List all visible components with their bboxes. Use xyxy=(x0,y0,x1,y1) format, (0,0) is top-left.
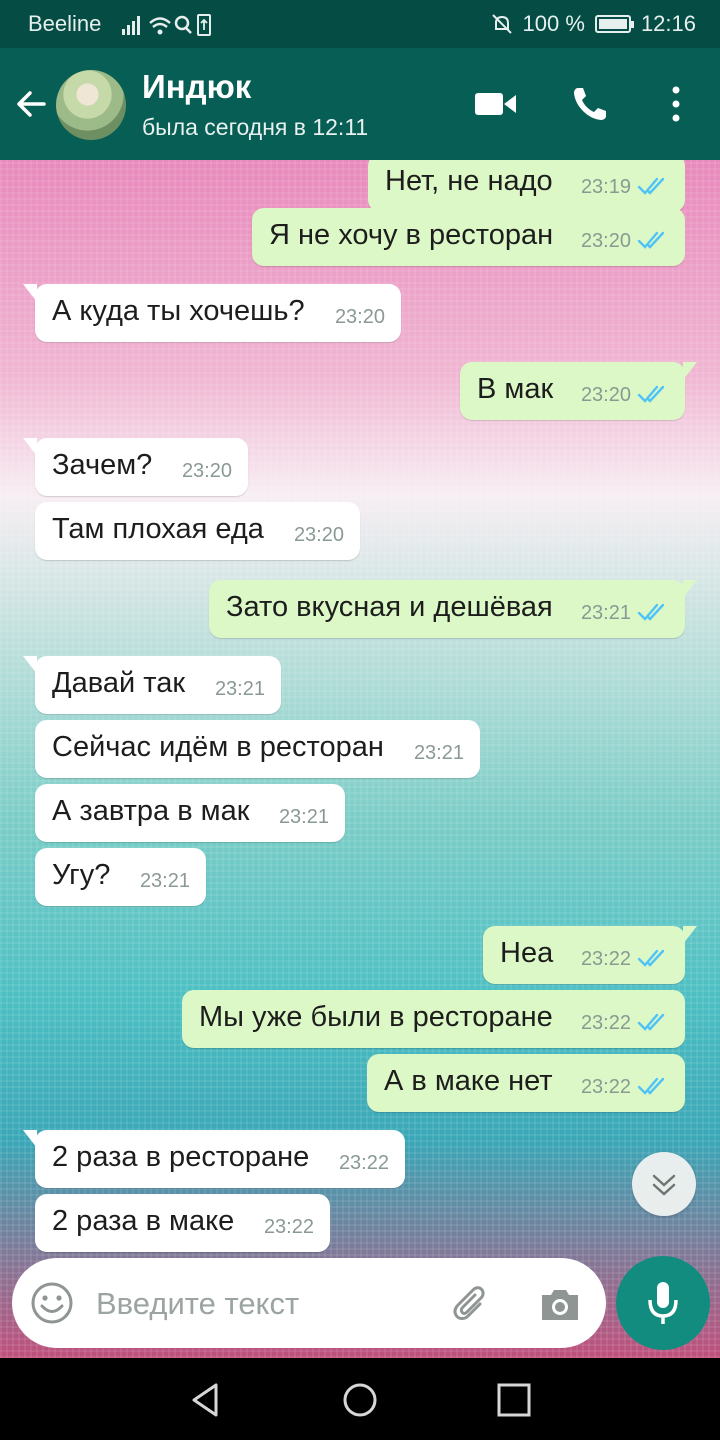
incoming-message[interactable]: Там плохая еда 23:20 xyxy=(35,502,360,560)
double-chevron-down-icon xyxy=(652,1174,676,1196)
battery-icon xyxy=(594,15,634,33)
emoji-icon[interactable] xyxy=(30,1281,74,1325)
incoming-message[interactable]: Давай так 23:21 xyxy=(23,656,281,714)
message-text: Зато вкусная и дешёвая xyxy=(226,591,553,623)
status-bar: Beeline 100 % 12:16 xyxy=(0,0,720,48)
message-text: 2 раза в маке xyxy=(52,1205,235,1237)
incoming-message[interactable]: А завтра в мак 23:21 xyxy=(35,784,345,842)
incoming-message[interactable]: А куда ты хочешь? 23:20 xyxy=(23,284,401,342)
avatar[interactable] xyxy=(56,70,126,140)
bubble-tail xyxy=(683,362,697,380)
message-time: 23:20 xyxy=(580,384,631,406)
message-time: 23:22 xyxy=(580,1076,631,1098)
contact-name[interactable]: Индюк xyxy=(142,68,251,106)
bubble-tail xyxy=(23,438,37,456)
chat-area[interactable]: Нет, не надо 23:19 Я не хочу в ресторан 23:… xyxy=(0,160,720,1358)
double-check-read-icon xyxy=(637,177,665,195)
battery-fill xyxy=(598,19,627,29)
message-text: 2 раза в ресторане xyxy=(52,1141,310,1173)
muted-bell-icon xyxy=(491,14,512,34)
message-time: 23:21 xyxy=(580,602,631,624)
incoming-message[interactable]: Сейчас идём в ресторан 23:21 xyxy=(35,720,480,778)
back-arrow-icon[interactable] xyxy=(14,86,50,122)
double-check-read-icon xyxy=(637,603,665,621)
voice-message-button[interactable] xyxy=(616,1256,710,1350)
message-text: Неа xyxy=(500,937,554,969)
double-check-read-icon xyxy=(637,385,665,403)
outgoing-message[interactable]: Мы уже были в ресторане 23:22 xyxy=(182,990,685,1048)
nav-back-triangle-icon[interactable] xyxy=(186,1380,226,1420)
bubble-tail xyxy=(683,580,697,598)
more-vertical-icon[interactable] xyxy=(654,84,698,124)
message-time: 23:21 xyxy=(139,870,190,892)
message-text: Угу? xyxy=(52,859,111,891)
message-text: Там плохая еда xyxy=(52,513,264,545)
bubble-tail xyxy=(23,656,37,674)
nav-recents-square-icon[interactable] xyxy=(494,1380,534,1420)
bubble-tail xyxy=(23,1130,37,1148)
incoming-message[interactable]: 2 раза в маке 23:22 xyxy=(35,1194,330,1252)
outgoing-message[interactable]: Я не хочу в ресторан 23:20 xyxy=(252,208,685,266)
clock: 12:16 xyxy=(640,11,696,36)
message-time: 23:21 xyxy=(214,678,265,700)
message-text: А завтра в мак xyxy=(52,795,250,827)
message-time: 23:22 xyxy=(263,1216,314,1238)
chat-header: Индюк была сегодня в 12:11 xyxy=(0,48,720,160)
message-time: 23:19 xyxy=(580,176,631,198)
message-text: Мы уже были в ресторане xyxy=(199,1001,553,1033)
message-text: А куда ты хочешь? xyxy=(52,295,305,327)
outgoing-message[interactable]: А в маке нет 23:22 xyxy=(367,1054,685,1112)
signal-wifi-search-icons xyxy=(122,14,211,36)
message-time: 23:21 xyxy=(278,806,329,828)
attach-paperclip-icon[interactable] xyxy=(450,1282,494,1326)
message-list: Нет, не надо 23:19 Я не хочу в ресторан 23:… xyxy=(0,160,720,1358)
message-time: 23:22 xyxy=(580,1012,631,1034)
phone-icon[interactable] xyxy=(570,84,614,124)
incoming-message[interactable]: Угу? 23:21 xyxy=(35,848,206,906)
message-input[interactable]: Введите текст xyxy=(96,1286,299,1322)
camera-icon[interactable] xyxy=(538,1282,582,1326)
bubble-tail xyxy=(683,926,697,944)
message-text: А в маке нет xyxy=(384,1065,553,1097)
message-time: 23:20 xyxy=(580,230,631,252)
message-time: 23:22 xyxy=(338,1152,389,1174)
battery-percent: 100 % xyxy=(522,11,585,36)
outgoing-message[interactable]: Нет, не надо 23:19 xyxy=(368,160,685,212)
message-time: 23:21 xyxy=(413,742,464,764)
double-check-read-icon xyxy=(637,1077,665,1095)
message-text: Зачем? xyxy=(52,449,153,481)
nav-home-circle-icon[interactable] xyxy=(340,1380,380,1420)
double-check-read-icon xyxy=(637,949,665,967)
message-text: Сейчас идём в ресторан xyxy=(52,731,384,763)
outgoing-message[interactable]: Зато вкусная и дешёвая 23:21 xyxy=(209,580,697,638)
message-time: 23:20 xyxy=(334,306,385,328)
message-time: 23:22 xyxy=(580,948,631,970)
message-text: В мак xyxy=(477,373,554,405)
double-check-read-icon xyxy=(637,231,665,249)
last-seen-status: была сегодня в 12:11 xyxy=(142,114,369,140)
bubble-tail xyxy=(23,284,37,302)
scroll-to-bottom-button[interactable] xyxy=(632,1152,696,1216)
system-navigation-bar xyxy=(0,1358,720,1440)
microphone-icon xyxy=(648,1282,678,1324)
incoming-message[interactable]: 2 раза в ресторане 23:22 xyxy=(23,1130,405,1188)
outgoing-message[interactable]: В мак 23:20 xyxy=(460,362,697,420)
message-composer[interactable]: Введите текст xyxy=(12,1258,606,1348)
video-call-icon[interactable] xyxy=(474,84,518,124)
message-time: 23:20 xyxy=(181,460,232,482)
status-right: 100 % 12:16 xyxy=(491,11,696,37)
message-text: Давай так xyxy=(52,667,186,699)
carrier-name: Beeline xyxy=(28,11,102,36)
outgoing-message[interactable]: Неа 23:22 xyxy=(483,926,697,984)
double-check-read-icon xyxy=(637,1013,665,1031)
message-text: Нет, не надо xyxy=(385,165,553,197)
incoming-message[interactable]: Зачем? 23:20 xyxy=(23,438,248,496)
message-text: Я не хочу в ресторан xyxy=(269,219,554,251)
message-time: 23:20 xyxy=(293,524,344,546)
